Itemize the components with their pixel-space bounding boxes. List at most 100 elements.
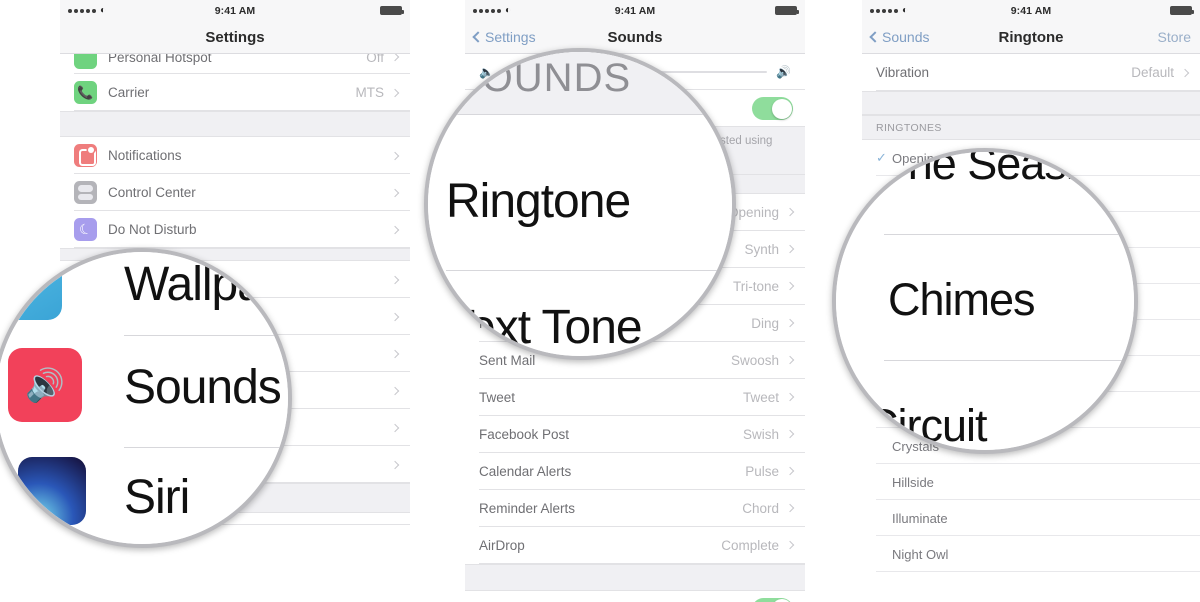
- row-value: Off: [366, 54, 384, 65]
- magnified-separator: [884, 360, 1124, 361]
- chevron-right-icon: [785, 208, 795, 217]
- row-value: Synth: [744, 241, 779, 257]
- row-value: Default: [1131, 65, 1174, 80]
- sounds-row-reminder-alerts[interactable]: Reminder Alerts Chord: [465, 489, 805, 527]
- magnified-separator: [446, 270, 732, 271]
- row-label: Personal Hotspot: [108, 54, 212, 65]
- chevron-right-icon: [390, 151, 400, 160]
- store-button[interactable]: Store: [1158, 29, 1191, 45]
- row-value: MTS: [355, 85, 385, 100]
- magnified-label-ringtone: Ringtone: [446, 175, 631, 228]
- hotspot-icon: [74, 54, 97, 69]
- status-bar: ◐ 9:41 AM: [862, 0, 1200, 21]
- magnifier-content: 🔊 Wallpaper Sounds Siri: [0, 252, 288, 544]
- status-bar: ◐ 9:41 AM: [60, 0, 410, 21]
- back-button-label: Settings: [485, 29, 536, 45]
- list-section-gap: [862, 91, 1200, 115]
- chevron-left-icon: [472, 31, 484, 43]
- carrier-icon: [74, 81, 97, 104]
- ringtone-row-illuminate[interactable]: Illuminate: [862, 500, 1200, 536]
- notifications-icon: [74, 144, 97, 167]
- magnified-separator: [428, 114, 732, 115]
- row-keyboard-clicks[interactable]: Keyboard Clicks: [465, 590, 805, 602]
- row-label: Tweet: [479, 389, 516, 405]
- chevron-right-icon: [785, 541, 795, 550]
- row-value: Chord: [742, 500, 779, 516]
- settings-row-do-not-disturb[interactable]: Do Not Disturb: [60, 211, 410, 248]
- chevron-right-icon: [785, 282, 795, 291]
- magnified-label-siri: Siri: [124, 471, 190, 524]
- sounds-row-calendar-alerts[interactable]: Calendar Alerts Pulse: [465, 452, 805, 490]
- row-label: Carrier: [108, 85, 150, 100]
- chevron-right-icon: [390, 312, 400, 321]
- row-label: Calendar Alerts: [479, 463, 572, 479]
- row-value: Tri-tone: [732, 278, 779, 294]
- back-button-sounds[interactable]: Sounds: [869, 29, 929, 45]
- magnified-label-text-tone: Text Tone: [446, 301, 643, 354]
- row-value: Swoosh: [730, 352, 779, 368]
- chevron-right-icon: [785, 245, 795, 254]
- screenshot-stage: ◐ 9:41 AM Settings Personal Hotspot Off …: [0, 0, 1200, 602]
- chevron-right-icon: [390, 54, 400, 62]
- magnifier-content: SOUNDS Ringtone Text Tone: [428, 52, 732, 356]
- chevron-right-icon: [390, 225, 400, 234]
- chevron-right-icon: [390, 386, 400, 395]
- chevron-right-icon: [1180, 68, 1190, 77]
- navigation-bar: Sounds Ringtone Store: [862, 21, 1200, 54]
- magnifier-lens-sounds: SOUNDS Ringtone Text Tone: [424, 48, 736, 360]
- settings-row-carrier[interactable]: Carrier MTS: [60, 74, 410, 111]
- battery-icon: [775, 6, 799, 15]
- chevron-right-icon: [785, 430, 795, 439]
- status-bar: ◐ 9:41 AM: [465, 0, 805, 21]
- status-bar-time: 9:41 AM: [214, 4, 256, 17]
- settings-row-personal-hotspot[interactable]: Personal Hotspot Off: [60, 54, 410, 74]
- magnified-section-header: SOUNDS: [454, 56, 632, 100]
- chevron-right-icon: [785, 393, 795, 402]
- ringtone-row-night-owl[interactable]: Night Owl: [862, 536, 1200, 572]
- wallpaper-icon: [0, 258, 62, 320]
- battery-icon: [1170, 6, 1194, 15]
- settings-row-control-center[interactable]: Control Center: [60, 174, 410, 211]
- magnified-label-wallpaper: Wallpaper: [124, 258, 288, 311]
- chevron-right-icon: [785, 504, 795, 513]
- chevron-right-icon: [785, 319, 795, 328]
- ringtone-row-hillside[interactable]: Hillside: [862, 464, 1200, 500]
- chevron-right-icon: [390, 423, 400, 432]
- magnified-label-by-the-seaside: By The Seaside: [836, 152, 1124, 189]
- navigation-bar: Settings: [60, 21, 410, 54]
- row-value: Swish: [742, 426, 779, 442]
- row-value: Pulse: [745, 463, 779, 479]
- list-section-gap: [60, 111, 410, 137]
- row-label: Night Owl: [892, 546, 949, 562]
- magnified-label-chimes: Chimes: [888, 274, 1036, 325]
- page-title: Settings: [205, 28, 265, 46]
- sounds-row-tweet[interactable]: Tweet Tweet: [465, 378, 805, 416]
- speaker-high-icon: 🔊: [776, 65, 791, 79]
- sounds-row-airdrop[interactable]: AirDrop Complete: [465, 526, 805, 564]
- row-vibration[interactable]: Vibration Default: [862, 54, 1200, 91]
- chevron-right-icon: [785, 467, 795, 476]
- row-value: Ding: [751, 315, 779, 331]
- row-label: Control Center: [108, 185, 196, 200]
- chevron-right-icon: [390, 275, 400, 284]
- chevron-left-icon: [869, 31, 881, 43]
- back-button-settings[interactable]: Settings: [472, 29, 536, 45]
- row-label: Illuminate: [892, 510, 948, 526]
- chevron-right-icon: [390, 88, 400, 97]
- row-value: Complete: [721, 537, 779, 553]
- magnifier-lens-ringtone: By The Seaside Chimes Circuit: [832, 148, 1138, 454]
- keyboard-clicks-toggle[interactable]: [752, 597, 793, 602]
- row-label: Vibration: [876, 65, 930, 80]
- row-label: AirDrop: [479, 537, 525, 553]
- status-bar-time: 9:41 AM: [1010, 4, 1052, 17]
- row-value: Tweet: [742, 389, 779, 405]
- sounds-row-facebook-post[interactable]: Facebook Post Swish: [465, 415, 805, 453]
- settings-row-notifications[interactable]: Notifications: [60, 137, 410, 174]
- magnified-separator: [124, 335, 280, 336]
- sounds-icon: 🔊: [8, 348, 82, 422]
- row-label: Hillside: [892, 474, 934, 490]
- magnified-separator: [124, 447, 280, 448]
- section-header-ringtones: RINGTONES: [862, 115, 1200, 140]
- row-label: Notifications: [108, 148, 182, 163]
- change-with-buttons-toggle[interactable]: [752, 97, 793, 120]
